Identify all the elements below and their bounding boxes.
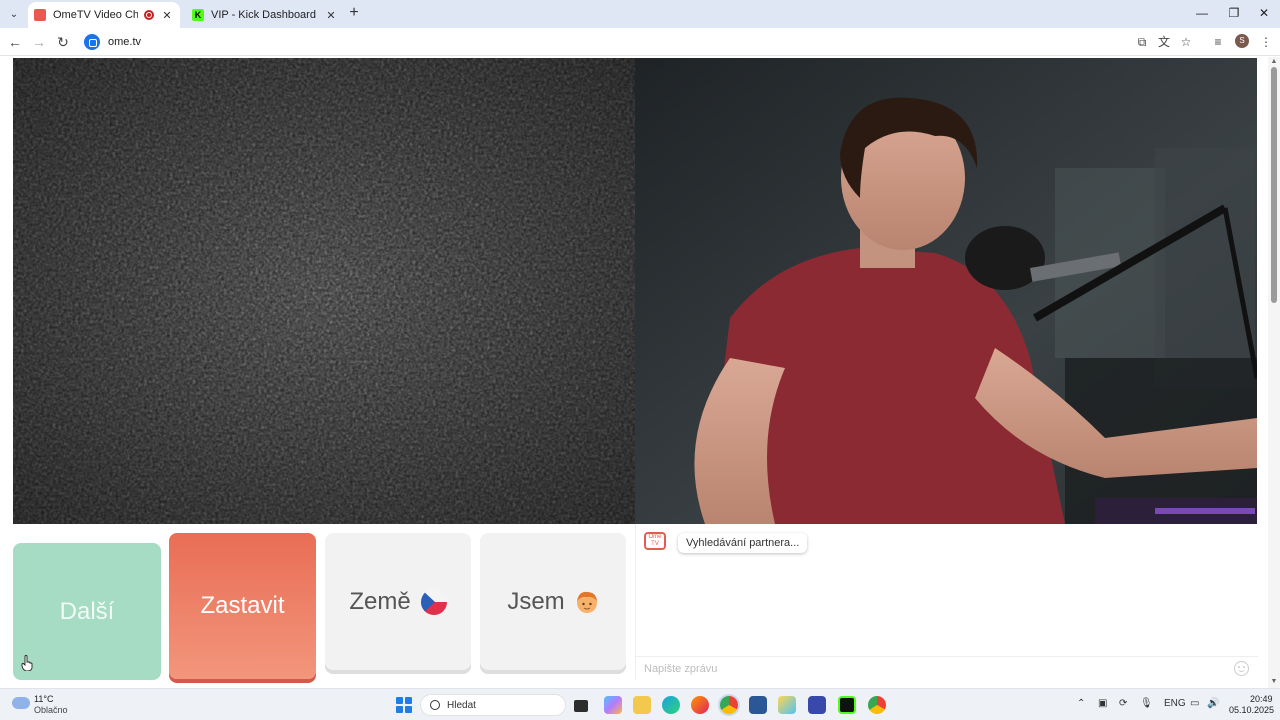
media-controls-icon[interactable]: ≡ bbox=[1210, 34, 1226, 50]
close-tab-icon[interactable]: ✕ bbox=[160, 9, 174, 22]
windows-start-icon[interactable] bbox=[396, 697, 412, 713]
arrow-right-icon: → bbox=[32, 34, 46, 50]
page-scrollbar[interactable]: ▲ ▼ bbox=[1268, 57, 1280, 688]
browser-tab-strip: ⌄ OmeTV Video Chat — Ome ✕ K VIP - Kick … bbox=[0, 0, 1280, 28]
windows-taskbar: 11°C Oblačno ⌃ ▣ ⟳ 🎙 ENG ▭ 🔊 20:49 05.10… bbox=[0, 688, 1280, 720]
chat-input-bar bbox=[636, 656, 1258, 680]
url-text: ome.tv bbox=[108, 36, 142, 48]
arrow-left-icon: ← bbox=[8, 34, 22, 50]
weather-description[interactable]: Oblačno bbox=[34, 705, 68, 715]
clock-date[interactable]: 05.10.2025 bbox=[1229, 705, 1274, 715]
microphone-icon[interactable]: 🎙 bbox=[1140, 698, 1153, 709]
scroll-up-icon[interactable]: ▲ bbox=[1270, 58, 1278, 66]
forward-button[interactable]: → bbox=[30, 33, 48, 51]
stop-button[interactable]: Zastavit bbox=[169, 533, 316, 679]
translate-icon[interactable]: 文 bbox=[1156, 34, 1172, 50]
close-window-button[interactable]: ✕ bbox=[1252, 4, 1276, 22]
profile-avatar[interactable]: S bbox=[1235, 34, 1249, 48]
gender-select-button[interactable]: Jsem bbox=[480, 533, 626, 670]
weather-temperature[interactable]: 11°C bbox=[34, 694, 53, 704]
language-indicator[interactable]: ENG bbox=[1164, 698, 1186, 709]
clock-time[interactable]: 20:49 bbox=[1250, 694, 1273, 704]
tab-title: OmeTV Video Chat — Ome bbox=[53, 9, 138, 21]
tab-title: VIP - Kick Dashboard bbox=[211, 9, 316, 21]
tv-static-noise bbox=[13, 58, 635, 524]
android-app-icon[interactable] bbox=[838, 696, 856, 714]
ometv-page: Další Zastavit Země Jsem Ome TV Vyhledáv… bbox=[0, 57, 1280, 688]
emoji-icon[interactable] bbox=[1234, 661, 1249, 676]
reload-icon: ↻ bbox=[57, 34, 69, 50]
scroll-down-icon[interactable]: ▼ bbox=[1270, 678, 1278, 686]
chat-message-input[interactable] bbox=[644, 660, 1224, 678]
restore-button[interactable]: ❐ bbox=[1222, 4, 1246, 22]
chat-status-message: Vyhledávání partnera... bbox=[678, 533, 808, 553]
czech-flag-icon bbox=[420, 588, 447, 615]
self-webcam-video bbox=[635, 58, 1257, 524]
taskbar-search[interactable] bbox=[420, 694, 566, 716]
country-button-label: Země bbox=[349, 587, 411, 615]
minimize-button[interactable]: — bbox=[1190, 4, 1214, 22]
tray-app-icon[interactable]: ▣ bbox=[1098, 698, 1107, 709]
close-tab-icon[interactable]: ✕ bbox=[324, 9, 338, 22]
new-tab-button[interactable]: + bbox=[346, 4, 362, 22]
network-icon[interactable]: ▭ bbox=[1190, 698, 1199, 709]
webcam-scene bbox=[635, 58, 1257, 524]
chrome-profile-icon[interactable] bbox=[868, 696, 886, 714]
search-icon bbox=[430, 700, 440, 710]
browser-toolbar: ← → ↻ ome.tv ⧉ 文 ☆ ≡ ⋮ bbox=[0, 28, 1280, 56]
microsoft-store-icon[interactable] bbox=[749, 696, 767, 714]
bookmark-star-icon[interactable]: ☆ bbox=[1178, 34, 1194, 50]
tab-search-button[interactable]: ⌄ bbox=[4, 4, 24, 24]
cloud-icon[interactable] bbox=[12, 697, 30, 709]
chrome-icon[interactable] bbox=[720, 696, 738, 714]
reload-button[interactable]: ↻ bbox=[54, 33, 72, 51]
kick-logo-icon: K bbox=[192, 9, 204, 21]
gender-button-label: Jsem bbox=[507, 587, 565, 615]
boy-face-icon bbox=[575, 589, 599, 615]
file-explorer-icon[interactable] bbox=[633, 696, 651, 714]
firefox-icon[interactable] bbox=[691, 696, 709, 714]
ometv-chat-logo-icon: Ome TV bbox=[644, 532, 666, 550]
chevron-down-icon: ⌄ bbox=[9, 8, 19, 20]
sync-icon[interactable]: ⟳ bbox=[1119, 698, 1127, 709]
hand-cursor-icon bbox=[21, 655, 33, 671]
taskbar-search-input[interactable] bbox=[447, 699, 547, 711]
recording-indicator-icon bbox=[144, 10, 154, 20]
partner-video-static bbox=[13, 58, 635, 524]
edge-icon[interactable] bbox=[662, 696, 680, 714]
install-app-icon[interactable]: ⧉ bbox=[1134, 34, 1150, 50]
country-select-button[interactable]: Země bbox=[325, 533, 471, 670]
chevron-up-icon[interactable]: ⌃ bbox=[1077, 698, 1085, 709]
tab-ometv[interactable]: OmeTV Video Chat — Ome ✕ bbox=[28, 2, 180, 28]
copilot-icon[interactable] bbox=[604, 696, 622, 714]
screen: ⌄ OmeTV Video Chat — Ome ✕ K VIP - Kick … bbox=[0, 0, 1280, 720]
floppy-disk-icon[interactable] bbox=[808, 696, 826, 714]
stop-button-label: Zastavit bbox=[200, 592, 285, 619]
menu-kebab-icon[interactable]: ⋮ bbox=[1258, 34, 1274, 50]
next-button[interactable]: Další bbox=[13, 543, 161, 680]
site-info-icon[interactable] bbox=[84, 34, 100, 50]
chat-panel: Ome TV Vyhledávání partnera... bbox=[635, 524, 1258, 680]
ometv-logo-icon bbox=[34, 9, 46, 21]
volume-icon[interactable]: 🔊 bbox=[1207, 698, 1219, 709]
task-view-icon[interactable] bbox=[574, 700, 588, 712]
back-button[interactable]: ← bbox=[6, 33, 24, 51]
photos-icon[interactable] bbox=[778, 696, 796, 714]
address-bar[interactable]: ome.tv bbox=[80, 31, 1204, 53]
scrollbar-thumb[interactable] bbox=[1271, 67, 1277, 303]
tab-kick-dashboard[interactable]: K VIP - Kick Dashboard ✕ bbox=[186, 2, 344, 28]
next-button-label: Další bbox=[59, 597, 115, 625]
